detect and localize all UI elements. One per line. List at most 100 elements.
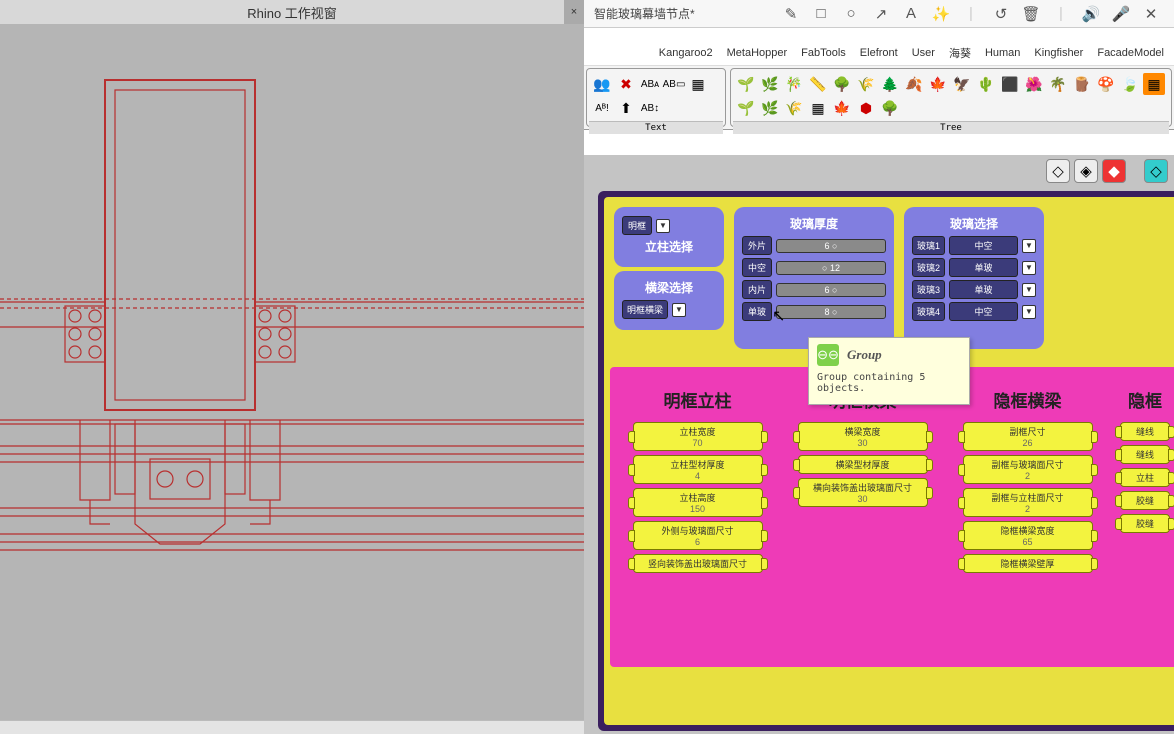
mode-rendered-icon[interactable]: ◆	[1102, 159, 1126, 183]
group-profile-parameters[interactable]: 明框立柱 立柱宽度70 立柱型材厚度4 立柱高度150 外侧与玻璃面尺寸6 竖向…	[610, 367, 1174, 667]
chevron-down-icon[interactable]: ▼	[1022, 261, 1036, 275]
menu-elefront[interactable]: Elefront	[854, 45, 904, 61]
ribbon-text-icon[interactable]: AB▭	[663, 73, 685, 95]
text-a-icon[interactable]: A	[902, 5, 920, 23]
chevron-down-icon[interactable]: ▼	[1022, 239, 1036, 253]
tree-icon[interactable]: 🍂	[903, 73, 925, 95]
tree-icon[interactable]: 🌾	[855, 73, 877, 95]
column-value[interactable]: 明框	[622, 216, 652, 235]
param-slider: 副框尺寸26	[963, 422, 1093, 451]
trash-icon[interactable]: 🗑	[1022, 5, 1040, 23]
slider[interactable]: 6 ○	[776, 239, 886, 253]
param-slider: 胶缝	[1120, 491, 1170, 510]
pencil-icon[interactable]: ✎	[782, 5, 800, 23]
gh-plugin-menu: Kangaroo2 MetaHopper FabTools Elefront U…	[584, 40, 1174, 66]
ribbon-group-text: 👥 ✖ ABᴀ AB▭ ▦ Aᴮ! ⬆ AB↕ Text	[586, 68, 726, 127]
rhino-title-text: Rhino 工作视窗	[247, 3, 337, 22]
thickness-row: 中空○ 12	[742, 258, 886, 277]
chevron-down-icon[interactable]: ▼	[1022, 283, 1036, 297]
tree-icon[interactable]: ▦	[807, 97, 829, 119]
tree-icon[interactable]: 🌿	[759, 73, 781, 95]
menu-haikui[interactable]: 海葵	[943, 43, 977, 63]
group-icon: ⊖⊖	[817, 344, 839, 366]
menu-fabtools[interactable]: FabTools	[795, 45, 852, 61]
rhino-close-button[interactable]: ×	[564, 0, 584, 24]
tree-icon[interactable]: 🌿	[759, 97, 781, 119]
tree-icon[interactable]: ▦	[1143, 73, 1165, 95]
ribbon-text-icon[interactable]: ABᴀ	[639, 73, 661, 95]
tree-icon[interactable]: 🌺	[1023, 73, 1045, 95]
mode-shaded-icon[interactable]: ◈	[1074, 159, 1098, 183]
tree-icon[interactable]: 🦅	[951, 73, 973, 95]
tree-icon[interactable]: 📏	[807, 73, 829, 95]
menu-user[interactable]: User	[906, 45, 941, 61]
tree-icon[interactable]: 🌾	[783, 97, 805, 119]
menu-kingfisher[interactable]: Kingfisher	[1028, 45, 1089, 61]
group-glass-thickness[interactable]: 玻璃厚度 外片6 ○ 中空○ 12 内片6 ○ 单玻8 ○	[734, 207, 894, 349]
gh-canvas-area[interactable]: ◇ ◈ ◆ ◇ 明框 ▼ 立柱选择	[584, 155, 1174, 734]
mode-wireframe-icon[interactable]: ◇	[1046, 159, 1070, 183]
glass-select-row: 玻璃2单玻▼	[912, 258, 1036, 277]
tree-icon[interactable]: 🌳	[879, 97, 901, 119]
sound-icon[interactable]: 🔊	[1082, 5, 1100, 23]
menu-facademodel[interactable]: FacadeModel	[1091, 45, 1170, 61]
tree-icon[interactable]: 🌵	[975, 73, 997, 95]
param-slider: 横梁型材厚度	[798, 455, 928, 474]
thickness-row: 外片6 ○	[742, 236, 886, 255]
square-icon[interactable]: □	[812, 5, 830, 23]
arrow-icon[interactable]: ↗	[872, 5, 890, 23]
group-column-select[interactable]: 明框 ▼ 立柱选择	[614, 207, 724, 267]
group-glass-select[interactable]: 玻璃选择 玻璃1中空▼ 玻璃2单玻▼ 玻璃3单玻▼ 玻璃4中空▼	[904, 207, 1044, 349]
menu-metahopper[interactable]: MetaHopper	[721, 45, 794, 61]
group-beam-select[interactable]: 横梁选择 明框横梁 ▼	[614, 271, 724, 330]
thickness-row: 内片6 ○	[742, 280, 886, 299]
undo-icon[interactable]: ↺	[992, 5, 1010, 23]
menu-kangaroo2[interactable]: Kangaroo2	[653, 45, 719, 61]
close-window-icon[interactable]: ✕	[1142, 5, 1160, 23]
tree-icon[interactable]: 🌳	[831, 73, 853, 95]
glass-select-title: 玻璃选择	[912, 215, 1036, 232]
tree-icon[interactable]: 🌲	[879, 73, 901, 95]
chevron-down-icon[interactable]: ▼	[1022, 305, 1036, 319]
gh-document-tab[interactable]: 智能玻璃幕墙节点*	[584, 1, 705, 26]
chevron-down-icon[interactable]: ▼	[672, 303, 686, 317]
mode-preview-icon[interactable]: ◇	[1144, 159, 1168, 183]
yellow-box-mingkuang-lizhu[interactable]: 明框立柱 立柱宽度70 立柱型材厚度4 立柱高度150 外侧与玻璃面尺寸6 竖向…	[620, 377, 775, 657]
yellow-box-yinkuang-partial[interactable]: 隐框 缝线 缝线 立柱 胶缝 胶缝	[1115, 377, 1174, 657]
tree-icon[interactable]: 🪵	[1071, 73, 1093, 95]
magic-icon[interactable]: ✨	[932, 5, 950, 23]
slider[interactable]: 6 ○	[776, 283, 886, 297]
ribbon-text-icon[interactable]: Aᴮ!	[591, 97, 613, 119]
ribbon-text-icon[interactable]: 👥	[591, 73, 613, 95]
tree-icon[interactable]: 🌱	[735, 73, 757, 95]
yellow-box-mingkuang-hengliang[interactable]: 明框横梁 横梁宽度30 横梁型材厚度 横向装饰盖出玻璃面尺寸30	[785, 377, 940, 657]
tree-icon[interactable]: 🌴	[1047, 73, 1069, 95]
mic-icon[interactable]: 🎤	[1112, 5, 1130, 23]
slider[interactable]: ○ 12	[776, 261, 886, 275]
tree-icon[interactable]: 🍁	[831, 97, 853, 119]
slider[interactable]: 8 ○	[776, 305, 886, 319]
tree-icon[interactable]: 🎋	[783, 73, 805, 95]
ribbon-text-icon[interactable]: ⬆	[615, 97, 637, 119]
menu-human[interactable]: Human	[979, 45, 1026, 61]
gh-quick-tools: ✎ □ ○ ↗ A ✨ | ↺ 🗑 | 🔊 🎤 ✕	[768, 5, 1174, 23]
rhino-titlebar: Rhino 工作视窗 ×	[0, 0, 584, 24]
gh-canvas-inner-group[interactable]: 明框 ▼ 立柱选择 横梁选择 明框横梁 ▼	[604, 197, 1174, 725]
circle-icon[interactable]: ○	[842, 5, 860, 23]
ribbon-text-icon[interactable]: ▦	[687, 73, 709, 95]
tree-icon[interactable]: 🍁	[927, 73, 949, 95]
ribbon-text-icon[interactable]: AB↕	[639, 97, 661, 119]
tree-icon[interactable]: 🌱	[735, 97, 757, 119]
gh-canvas-root-group[interactable]: 明框 ▼ 立柱选择 横梁选择 明框横梁 ▼	[598, 191, 1174, 731]
beam-select-title: 横梁选择	[622, 279, 716, 296]
chevron-down-icon[interactable]: ▼	[656, 219, 670, 233]
tree-icon[interactable]: 🍃	[1119, 73, 1141, 95]
yellow-box-yinkuang-hengliang[interactable]: 隐框横梁 副框尺寸26 副框与玻璃面尺寸2 副框与立柱面尺寸2 隐框横梁宽度65…	[950, 377, 1105, 657]
param-slider: 隐框横梁宽度65	[963, 521, 1093, 550]
beam-value[interactable]: 明框横梁	[622, 300, 668, 319]
ribbon-text-icon[interactable]: ✖	[615, 73, 637, 95]
tree-icon[interactable]: ⬛	[999, 73, 1021, 95]
rhino-3d-viewport[interactable]	[0, 24, 584, 720]
tree-icon[interactable]: 🍄	[1095, 73, 1117, 95]
tree-icon[interactable]: ⬢	[855, 97, 877, 119]
